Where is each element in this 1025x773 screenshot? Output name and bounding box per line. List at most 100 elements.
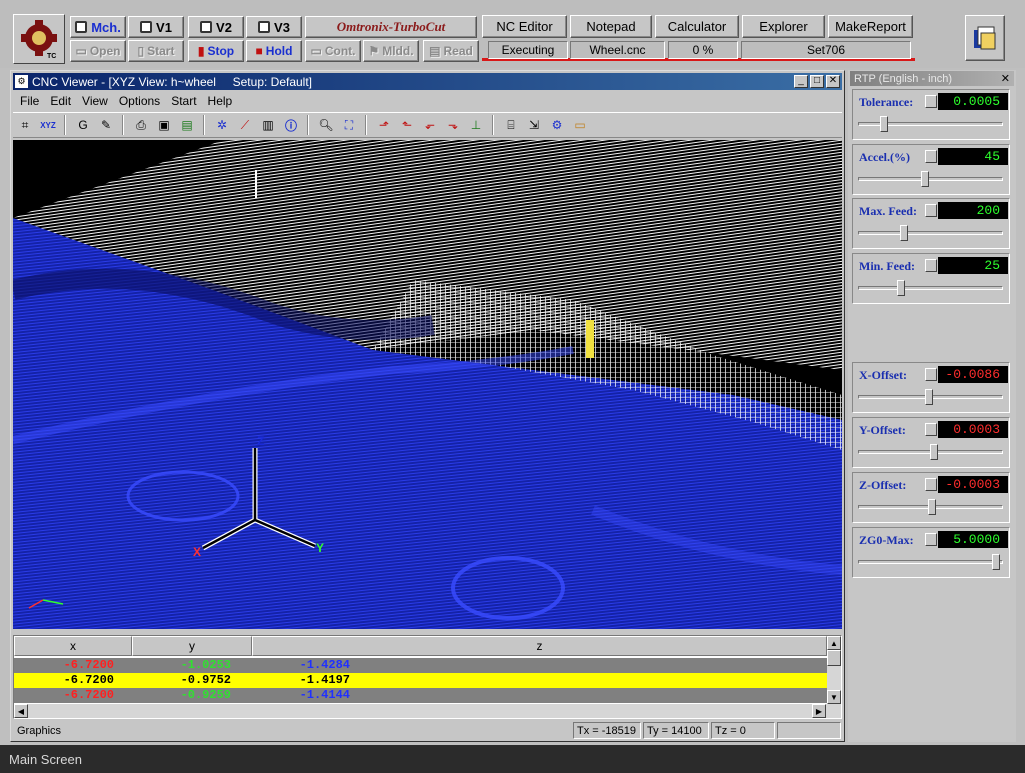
param-value[interactable]: 0.0005 xyxy=(938,93,1008,110)
menu-view[interactable]: View xyxy=(82,94,108,108)
param-toggle-button[interactable] xyxy=(925,368,937,381)
param-slider[interactable] xyxy=(858,444,1003,460)
control-button-read[interactable]: ▤ Read xyxy=(423,40,479,62)
param-value[interactable]: 45 xyxy=(938,148,1008,165)
param-value[interactable]: 0.0003 xyxy=(938,421,1008,438)
control-button-mldd[interactable]: ⚑ Mldd. xyxy=(363,40,419,62)
slider-thumb[interactable] xyxy=(900,225,908,241)
param-toggle-button[interactable] xyxy=(925,204,937,217)
toolpath-icon[interactable]: ⟋ xyxy=(234,115,256,135)
xyz-view-icon[interactable]: XYZ xyxy=(37,115,59,135)
scroll-right-icon[interactable]: ▶ xyxy=(812,704,826,718)
fit-view-icon[interactable]: ⛶ xyxy=(338,115,360,135)
view-side-icon[interactable]: ⬑ xyxy=(396,115,418,135)
param-toggle-button[interactable] xyxy=(925,259,937,272)
param-value[interactable]: -0.0003 xyxy=(938,476,1008,493)
param-slider[interactable] xyxy=(858,499,1003,515)
param-value[interactable]: -0.0086 xyxy=(938,366,1008,383)
menu-file[interactable]: File xyxy=(20,94,39,108)
param-slider[interactable] xyxy=(858,116,1003,132)
slider-thumb[interactable] xyxy=(880,116,888,132)
slider-thumb[interactable] xyxy=(930,444,938,460)
control-button-cont[interactable]: ▭ Cont. xyxy=(305,40,361,62)
viewer-titlebar[interactable]: ⚙ CNC Viewer - [XYZ View: h~wheel Setup:… xyxy=(13,73,842,90)
scroll-left-icon[interactable]: ◀ xyxy=(14,704,28,718)
grid-icon[interactable]: ▥ xyxy=(257,115,279,135)
tool-button-calculator[interactable]: Calculator xyxy=(655,15,739,38)
scroll-thumb[interactable] xyxy=(827,650,841,666)
param-value[interactable]: 200 xyxy=(938,202,1008,219)
control-button-hold[interactable]: ■ Hold xyxy=(246,40,302,62)
slider-thumb[interactable] xyxy=(897,280,905,296)
machine-button-v1[interactable]: V1 xyxy=(128,16,184,38)
table-row[interactable]: -6.7200 -0.9259 -1.4144 xyxy=(14,688,827,703)
xyz-axes-icon[interactable]: ⌗ xyxy=(14,115,36,135)
execution-status-bar: Executing Wheel.cnc 0 % Set706 xyxy=(482,39,915,61)
view-iso-icon[interactable]: ⬎ xyxy=(442,115,464,135)
param-yoffset: Y-Offset: 0.0003 xyxy=(852,417,1010,468)
param-slider[interactable] xyxy=(858,280,1003,296)
tool-button-notepad[interactable]: Notepad xyxy=(570,15,652,38)
info-icon[interactable]: ⓘ xyxy=(280,115,302,135)
rtp-close-icon[interactable]: ✕ xyxy=(1001,72,1010,85)
table-row[interactable]: -6.7200 -0.9752 -1.4197 xyxy=(14,673,827,688)
machine-button-v2[interactable]: V2 xyxy=(188,16,244,38)
table-horizontal-scrollbar[interactable]: ◀ ▶ xyxy=(14,704,841,718)
xyz-3d-view[interactable]: Z X Y xyxy=(10,140,843,629)
folder-icon[interactable]: ▭ xyxy=(569,115,591,135)
minimize-button[interactable]: _ xyxy=(794,75,808,88)
machine-button-v3[interactable]: V3 xyxy=(246,16,302,38)
code-g1-icon[interactable]: G xyxy=(72,115,94,135)
table-row[interactable]: -6.7200 -1.0253 -1.4284 xyxy=(14,658,827,673)
scroll-down-icon[interactable]: ▼ xyxy=(827,690,841,704)
slider-thumb[interactable] xyxy=(925,389,933,405)
edit-code-icon[interactable]: ✎ xyxy=(95,115,117,135)
column-z[interactable]: z xyxy=(252,636,827,656)
scroll-up-icon[interactable]: ▲ xyxy=(827,636,841,650)
table-vertical-scrollbar[interactable]: ▲ ▼ xyxy=(827,636,841,704)
maximize-button[interactable]: □ xyxy=(810,75,824,88)
control-button-start[interactable]: ▯ Start xyxy=(128,40,184,62)
tool-button-makereport[interactable]: MakeReport xyxy=(828,15,913,38)
param-slider[interactable] xyxy=(858,554,1003,570)
param-value[interactable]: 25 xyxy=(938,257,1008,274)
slider-thumb[interactable] xyxy=(928,499,936,515)
print-icon[interactable]: ⎙ xyxy=(130,115,152,135)
menu-edit[interactable]: Edit xyxy=(50,94,71,108)
save-icon[interactable]: ▤ xyxy=(176,115,198,135)
view-top-icon[interactable]: ⬐ xyxy=(419,115,441,135)
app-logo[interactable]: TC xyxy=(13,14,65,64)
quick-launch-button[interactable] xyxy=(965,15,1005,61)
slider-thumb[interactable] xyxy=(921,171,929,187)
param-toggle-button[interactable] xyxy=(925,478,937,491)
slider-thumb[interactable] xyxy=(992,554,1000,570)
column-x[interactable]: x xyxy=(14,636,132,656)
close-button[interactable]: ✕ xyxy=(826,75,840,88)
tool-button-nc-editor[interactable]: NC Editor xyxy=(482,15,567,38)
param-toggle-button[interactable] xyxy=(925,533,937,546)
param-value[interactable]: 5.0000 xyxy=(938,531,1008,548)
param-toggle-button[interactable] xyxy=(925,423,937,436)
menu-options[interactable]: Options xyxy=(119,94,160,108)
tool-icon[interactable]: ⌸ xyxy=(500,115,522,135)
view-axes-icon[interactable]: ⊥ xyxy=(465,115,487,135)
param-slider[interactable] xyxy=(858,225,1003,241)
window-icon[interactable]: ▣ xyxy=(153,115,175,135)
folder-open-icon: ▭ xyxy=(75,44,87,58)
param-toggle-button[interactable] xyxy=(925,150,937,163)
tool-button-explorer[interactable]: Explorer xyxy=(742,15,825,38)
param-slider[interactable] xyxy=(858,171,1003,187)
param-slider[interactable] xyxy=(858,389,1003,405)
menu-start[interactable]: Start xyxy=(171,94,196,108)
menu-help[interactable]: Help xyxy=(208,94,233,108)
machine-button-mch[interactable]: Mch. xyxy=(70,16,126,38)
param-toggle-button[interactable] xyxy=(925,95,937,108)
zoom-icon[interactable]: 🔍︎ xyxy=(315,115,337,135)
wireframe-icon[interactable]: ✲ xyxy=(211,115,233,135)
transform-icon[interactable]: ⇲ xyxy=(523,115,545,135)
column-y[interactable]: y xyxy=(132,636,252,656)
control-button-open[interactable]: ▭ Open xyxy=(70,40,126,62)
view-front-icon[interactable]: ⬏ xyxy=(373,115,395,135)
control-button-stop[interactable]: ▮ Stop xyxy=(188,40,244,62)
settings-icon[interactable]: ⚙ xyxy=(546,115,568,135)
